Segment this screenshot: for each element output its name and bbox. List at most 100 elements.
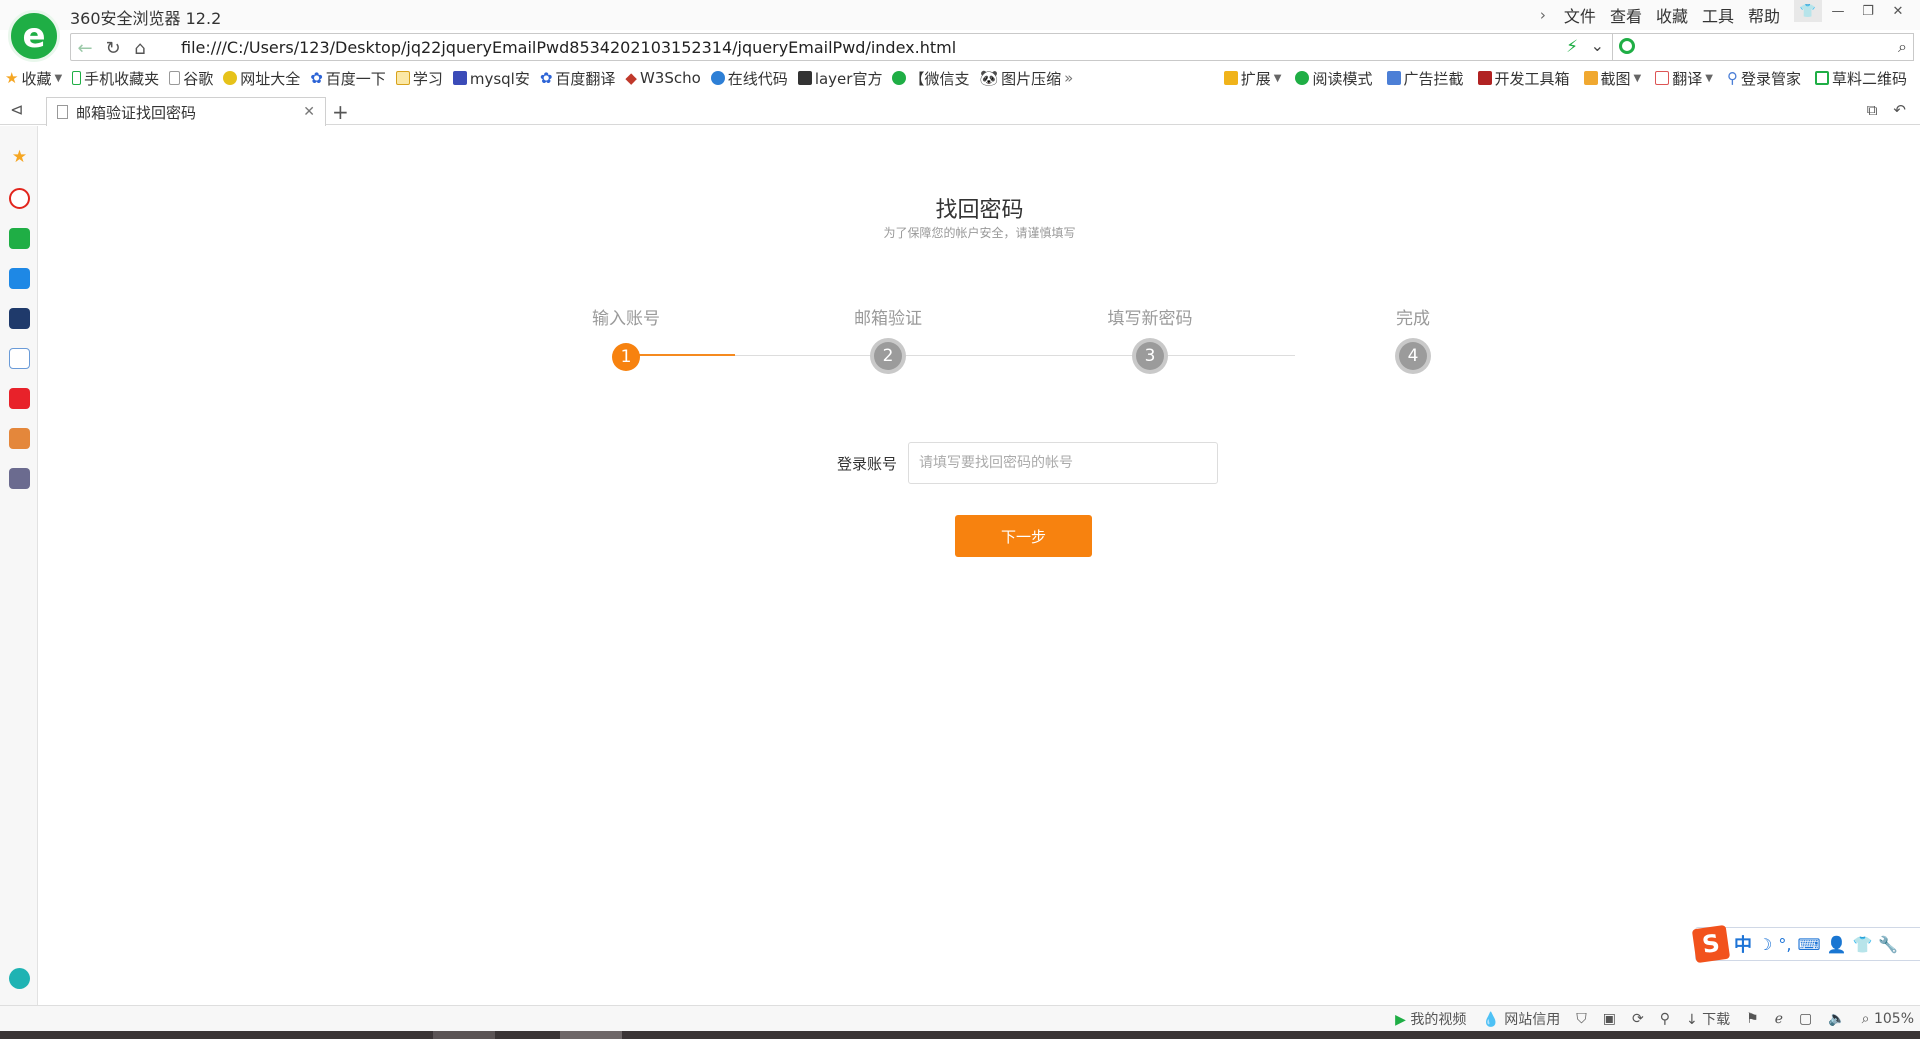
status-label: 下载: [1702, 1012, 1731, 1028]
video-app-icon[interactable]: [9, 388, 30, 409]
toolbar-right: 扩展 ▼ 阅读模式 广告拦截 开发工具箱 截图 ▼ 翻译 ▼ ⚲ 登录管家 草料二维码: [1219, 66, 1912, 90]
address-bar[interactable]: ← ↻ ⌂ file:///C:/Users/123/Desktop/jq22j…: [70, 33, 1615, 61]
game-icon[interactable]: [9, 428, 30, 449]
site-credit-button[interactable]: 💧 网站信用: [1482, 1009, 1560, 1029]
devtools-button[interactable]: 开发工具箱: [1473, 68, 1575, 89]
taskbar-item[interactable]: [433, 1031, 495, 1039]
bookmark-item[interactable]: layer官方: [793, 68, 888, 89]
step-number: 4: [1399, 342, 1427, 370]
reading-mode-icon: [1295, 71, 1310, 85]
menu-file[interactable]: 文件: [1564, 3, 1596, 27]
image-icon[interactable]: ▣: [1603, 1011, 1616, 1027]
minimize-button[interactable]: —: [1824, 0, 1852, 22]
taskbar-item[interactable]: [560, 1031, 622, 1039]
skin-icon[interactable]: 👕: [1794, 0, 1822, 22]
close-window-button[interactable]: ✕: [1884, 0, 1912, 22]
sidebar: ★: [0, 126, 38, 1005]
user-icon[interactable]: 👤: [1827, 935, 1847, 954]
login-manager-button[interactable]: ⚲ 登录管家: [1722, 68, 1806, 89]
skin-icon[interactable]: 👕: [1852, 935, 1872, 954]
taskbar-strip: [0, 1031, 1920, 1039]
dropdown-chevron-icon[interactable]: ⌄: [1591, 36, 1604, 55]
url-text[interactable]: file:///C:/Users/123/Desktop/jq22jqueryE…: [181, 38, 956, 57]
bookmark-item[interactable]: 在线代码: [706, 68, 793, 89]
wrench-icon[interactable]: 🔧: [1878, 935, 1898, 954]
key-icon: ⚲: [1726, 69, 1738, 87]
download-button[interactable]: ↓ 下载: [1686, 1009, 1730, 1029]
sidebar-toggle-icon[interactable]: ⊲: [10, 100, 23, 119]
bookmark-item[interactable]: mysql安: [448, 68, 535, 89]
lightning-icon[interactable]: ⚡: [1566, 37, 1578, 57]
document-icon[interactable]: [9, 348, 30, 369]
favorites-star-icon[interactable]: ★: [9, 147, 30, 168]
qrcode-button[interactable]: 草料二维码: [1810, 68, 1912, 89]
browser-logo-icon[interactable]: e: [8, 10, 60, 62]
flag-icon[interactable]: ⚑: [1746, 1011, 1759, 1027]
close-tab-icon[interactable]: ✕: [303, 104, 315, 120]
menu-tools[interactable]: 工具: [1702, 3, 1734, 27]
bookmark-item[interactable]: 【微信支: [887, 68, 974, 89]
screenshot-button[interactable]: 截图 ▼: [1579, 68, 1647, 89]
tab-list-icon[interactable]: ⧉: [1867, 101, 1878, 119]
bookmark-item[interactable]: ✿ 百度翻译: [535, 68, 621, 89]
more-chevron-icon[interactable]: »: [1064, 69, 1073, 87]
drop-icon: 💧: [1482, 1012, 1500, 1028]
my-video-button[interactable]: ▶ 我的视频: [1395, 1009, 1466, 1029]
news-icon[interactable]: [9, 308, 30, 329]
panda-icon: 🐼: [979, 69, 999, 87]
bookmark-item[interactable]: 🐼 图片压缩»: [974, 68, 1078, 89]
undo-close-icon[interactable]: ↶: [1893, 101, 1906, 119]
account-input[interactable]: [908, 442, 1218, 484]
step-label-4: 完成: [1396, 309, 1430, 329]
page-icon: [169, 71, 181, 85]
bookmark-item[interactable]: 学习: [391, 68, 448, 89]
extensions-button[interactable]: 扩展 ▼: [1219, 68, 1287, 89]
search-engine-icon[interactable]: [1619, 38, 1635, 54]
bookmark-item[interactable]: ★ 收藏 ▼: [0, 68, 67, 89]
toolbar-label: 登录管家: [1740, 69, 1801, 88]
translate-button[interactable]: 翻译 ▼: [1650, 68, 1718, 89]
home-icon[interactable]: ⌂: [128, 37, 152, 59]
new-tab-button[interactable]: +: [332, 100, 349, 124]
mail-icon[interactable]: [9, 228, 30, 249]
bookmark-item[interactable]: 谷歌: [164, 68, 218, 89]
game-icon-2[interactable]: [9, 468, 30, 489]
speaker-icon[interactable]: 🔈: [1828, 1011, 1845, 1027]
bookmark-item[interactable]: ◆ W3Scho: [620, 69, 705, 87]
bookmark-item[interactable]: 网址大全: [218, 68, 305, 89]
pin-icon[interactable]: ⚲: [1660, 1011, 1670, 1027]
status-label: 网站信用: [1504, 1012, 1561, 1028]
search-box[interactable]: ⌕: [1612, 33, 1914, 61]
moon-icon[interactable]: ☽: [1758, 935, 1772, 954]
phone-icon: [72, 71, 82, 85]
back-arrow-icon[interactable]: ←: [73, 37, 97, 59]
step-number: 1: [612, 343, 640, 371]
bookmark-item[interactable]: ✿ 百度一下: [305, 68, 391, 89]
refresh-icon[interactable]: ⟳: [1632, 1011, 1644, 1027]
next-step-button[interactable]: 下一步: [955, 515, 1092, 557]
add-icon[interactable]: [9, 968, 30, 989]
ime-mode[interactable]: 中: [1734, 931, 1752, 957]
menu-favorites[interactable]: 收藏: [1656, 3, 1688, 27]
restore-button[interactable]: ❐: [1854, 0, 1882, 22]
bookmark-item[interactable]: 手机收藏夹: [67, 68, 164, 89]
chevron-down-icon: ▼: [1633, 72, 1642, 84]
tab-active[interactable]: 邮箱验证找回密码 ✕: [46, 97, 326, 126]
window-icon[interactable]: ▢: [1799, 1011, 1812, 1027]
app-icon[interactable]: [9, 268, 30, 289]
reload-icon[interactable]: ↻: [101, 37, 125, 59]
punctuation-icon[interactable]: °,: [1778, 935, 1791, 954]
qrcode-icon: [1814, 71, 1829, 85]
chevron-right-icon[interactable]: ›: [1540, 6, 1546, 24]
weibo-icon[interactable]: [9, 188, 30, 209]
keyboard-icon[interactable]: ⌨: [1797, 935, 1820, 954]
ad-block-button[interactable]: 广告拦截: [1382, 68, 1469, 89]
sogou-logo-icon[interactable]: S: [1691, 924, 1731, 964]
zoom-button[interactable]: ⌕ 105%: [1862, 1011, 1914, 1027]
ie-icon[interactable]: ℯ: [1775, 1011, 1783, 1027]
search-icon[interactable]: ⌕: [1898, 37, 1907, 57]
reading-mode-button[interactable]: 阅读模式: [1290, 68, 1377, 89]
menu-view[interactable]: 查看: [1610, 3, 1642, 27]
shield-icon[interactable]: ⛉: [1576, 1011, 1587, 1027]
menu-help[interactable]: 帮助: [1748, 3, 1780, 27]
